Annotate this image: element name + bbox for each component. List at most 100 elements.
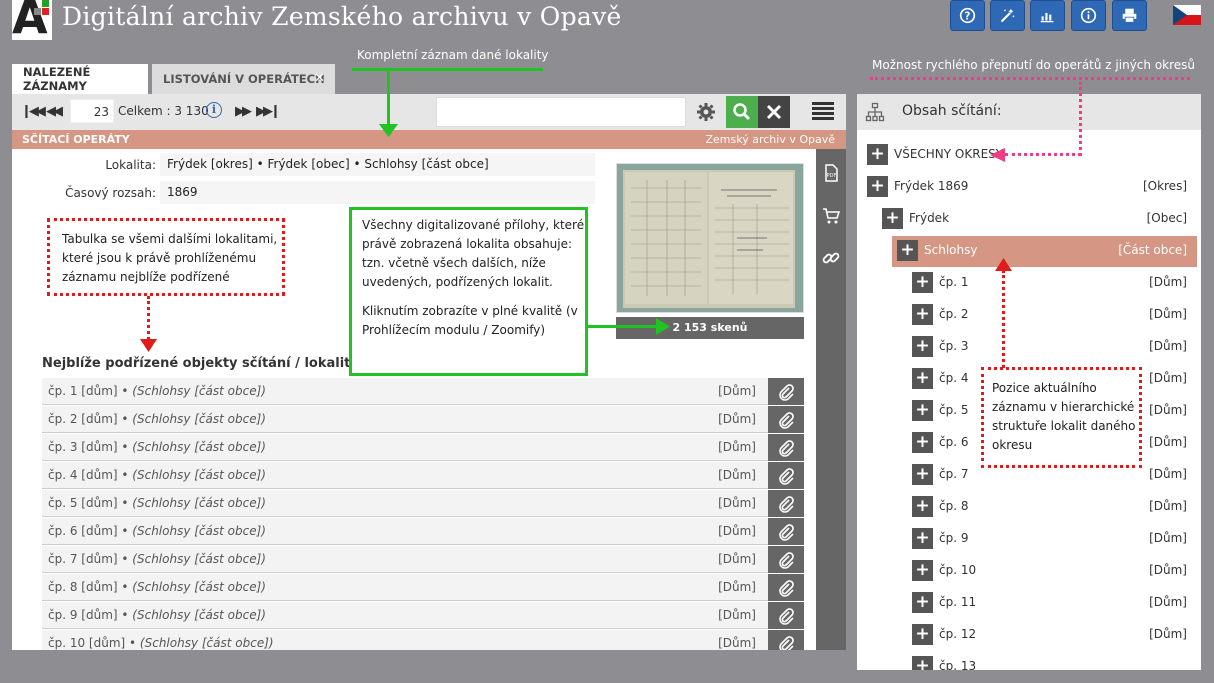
expand-icon[interactable]: +	[912, 368, 933, 389]
tree-item-house[interactable]: + čp. 10 [Dům]	[912, 556, 1187, 586]
pdf-icon[interactable]: PDF	[822, 164, 840, 182]
paperclip-icon	[779, 579, 794, 597]
expand-icon[interactable]: +	[912, 624, 933, 645]
expand-icon[interactable]: +	[867, 144, 888, 165]
table-row[interactable]: čp. 9 [dům] • (Schlohsy [část obce]) [Dů…	[42, 602, 804, 629]
first-page-icon[interactable]: ❙◀◀	[21, 104, 46, 119]
link-icon[interactable]	[822, 249, 840, 267]
expand-icon[interactable]: +	[912, 592, 933, 613]
attachment-button[interactable]	[768, 406, 804, 433]
tree-item-type: [Dům]	[1149, 435, 1187, 449]
help-button[interactable]: ?	[950, 0, 985, 31]
settings-button[interactable]	[688, 96, 724, 128]
tree-item-type: [Dům]	[1149, 307, 1187, 321]
expand-icon[interactable]: +	[912, 304, 933, 325]
paperclip-icon	[779, 411, 794, 429]
expand-icon[interactable]: +	[912, 496, 933, 517]
czech-flag-icon[interactable]	[1173, 5, 1201, 25]
tree-item-label: čp. 2	[939, 307, 969, 321]
expand-icon[interactable]: +	[882, 208, 903, 229]
statistics-button[interactable]	[1030, 0, 1065, 31]
tree-item-house[interactable]: + čp. 9 [Dům]	[912, 524, 1187, 554]
tree-item-municipality[interactable]: + Frýdek [Obec]	[882, 204, 1187, 234]
table-row[interactable]: čp. 3 [dům] • (Schlohsy [část obce]) [Dů…	[42, 434, 804, 461]
attachment-button[interactable]	[768, 490, 804, 517]
printer-icon	[1122, 8, 1137, 23]
attachment-button[interactable]	[768, 434, 804, 461]
tree-item-label: čp. 1	[939, 275, 969, 289]
tree-item-house[interactable]: + čp. 3 [Dům]	[912, 332, 1187, 362]
tree-item-district[interactable]: + Frýdek 1869 [Okres]	[867, 172, 1187, 202]
attachment-button[interactable]	[768, 462, 804, 489]
attachment-button[interactable]	[768, 630, 804, 650]
tree-item-house[interactable]: + čp. 2 [Dům]	[912, 300, 1187, 330]
annotation-complete-record: Kompletní záznam dané lokality	[357, 48, 549, 62]
expand-icon[interactable]: +	[912, 336, 933, 357]
arrow-down-icon	[140, 339, 157, 352]
scan-count-button[interactable]: 2 153 skenů	[616, 317, 804, 339]
annotation-table-note: Tabulka se všemi dalšími lokalitami, kte…	[47, 218, 285, 296]
tree-item-label: čp. 9	[939, 531, 969, 545]
expand-icon[interactable]: +	[912, 400, 933, 421]
page-number-input[interactable]: 23	[70, 99, 114, 123]
clear-search-button[interactable]	[758, 96, 790, 128]
prev-page-icon[interactable]: ◀◀	[46, 104, 63, 119]
attachment-button[interactable]	[768, 574, 804, 601]
expand-icon[interactable]: +	[912, 272, 933, 293]
attachment-button[interactable]	[768, 378, 804, 405]
table-row[interactable]: čp. 6 [dům] • (Schlohsy [část obce]) [Dů…	[42, 518, 804, 545]
attachment-button[interactable]	[768, 546, 804, 573]
close-tab-icon[interactable]: ✕	[314, 71, 325, 86]
row-type: [Dům]	[718, 384, 756, 398]
tree-item-type: [Dům]	[1149, 403, 1187, 417]
cart-icon[interactable]	[822, 207, 840, 225]
table-row[interactable]: čp. 4 [dům] • (Schlohsy [část obce]) [Dů…	[42, 462, 804, 489]
tree-item-type: [Obec]	[1146, 211, 1187, 225]
row-type: [Dům]	[718, 468, 756, 482]
table-row[interactable]: čp. 1 [dům] • (Schlohsy [část obce]) [Dů…	[42, 378, 804, 405]
info-button[interactable]	[1071, 0, 1106, 31]
tree-item-house[interactable]: + čp. 8 [Dům]	[912, 492, 1187, 522]
bar-chart-icon	[1040, 12, 1054, 23]
search-button[interactable]	[726, 96, 758, 128]
tree-item-house[interactable]: + čp. 11 [Dům]	[912, 588, 1187, 618]
expand-icon[interactable]: +	[912, 464, 933, 485]
hierarchy-icon	[865, 102, 885, 122]
info-icon[interactable]: i	[206, 102, 222, 118]
table-row[interactable]: čp. 5 [dům] • (Schlohsy [část obce]) [Dů…	[42, 490, 804, 517]
tree-item-house[interactable]: + čp. 12 [Dům]	[912, 620, 1187, 650]
last-page-icon[interactable]: ▶▶❙	[256, 104, 281, 119]
scan-thumbnail[interactable]	[616, 163, 804, 313]
info-icon	[1080, 7, 1097, 24]
tree-item-house[interactable]: + čp. 13	[912, 652, 1187, 670]
expand-icon[interactable]: +	[912, 528, 933, 549]
expand-icon[interactable]: +	[912, 656, 933, 670]
row-parent: (Schlohsy [část obce])	[132, 580, 266, 594]
search-input[interactable]	[436, 97, 686, 127]
table-row[interactable]: čp. 8 [dům] • (Schlohsy [část obce]) [Dů…	[42, 574, 804, 601]
table-row[interactable]: čp. 2 [dům] • (Schlohsy [část obce]) [Dů…	[42, 406, 804, 433]
paperclip-icon	[779, 607, 794, 625]
expand-icon[interactable]: +	[912, 432, 933, 453]
attachment-button[interactable]	[768, 518, 804, 545]
tree-item-part[interactable]: + Schlohsy [Část obce]	[897, 236, 1187, 266]
magic-wand-button[interactable]	[990, 0, 1025, 31]
menu-icon[interactable]	[812, 102, 834, 120]
table-row[interactable]: čp. 7 [dům] • (Schlohsy [část obce]) [Dů…	[42, 546, 804, 573]
archive-name: Zemský archiv v Opavě	[705, 133, 835, 146]
tree-item-house[interactable]: + čp. 1 [Dům]	[912, 268, 1187, 298]
side-panel-title: Obsah sčítání:	[902, 103, 1002, 119]
tab-browse-operates[interactable]: LISTOVÁNÍ V OPERÁTECH ✕	[152, 64, 335, 94]
archive-logo[interactable]: A	[12, 0, 52, 40]
expand-icon[interactable]: +	[897, 240, 918, 261]
next-page-icon[interactable]: ▶▶	[235, 104, 252, 119]
expand-icon[interactable]: +	[912, 560, 933, 581]
tab-found-records[interactable]: NALEZENÉ ZÁZNAMY	[12, 64, 148, 94]
attachment-button[interactable]	[768, 602, 804, 629]
close-icon	[766, 104, 782, 120]
paperclip-icon	[779, 495, 794, 513]
expand-icon[interactable]: +	[867, 176, 888, 197]
print-button[interactable]	[1112, 0, 1147, 31]
tree-item-type: [Okres]	[1142, 179, 1187, 193]
table-row[interactable]: čp. 10 [dům] • (Schlohsy [část obce]) [D…	[42, 630, 804, 650]
